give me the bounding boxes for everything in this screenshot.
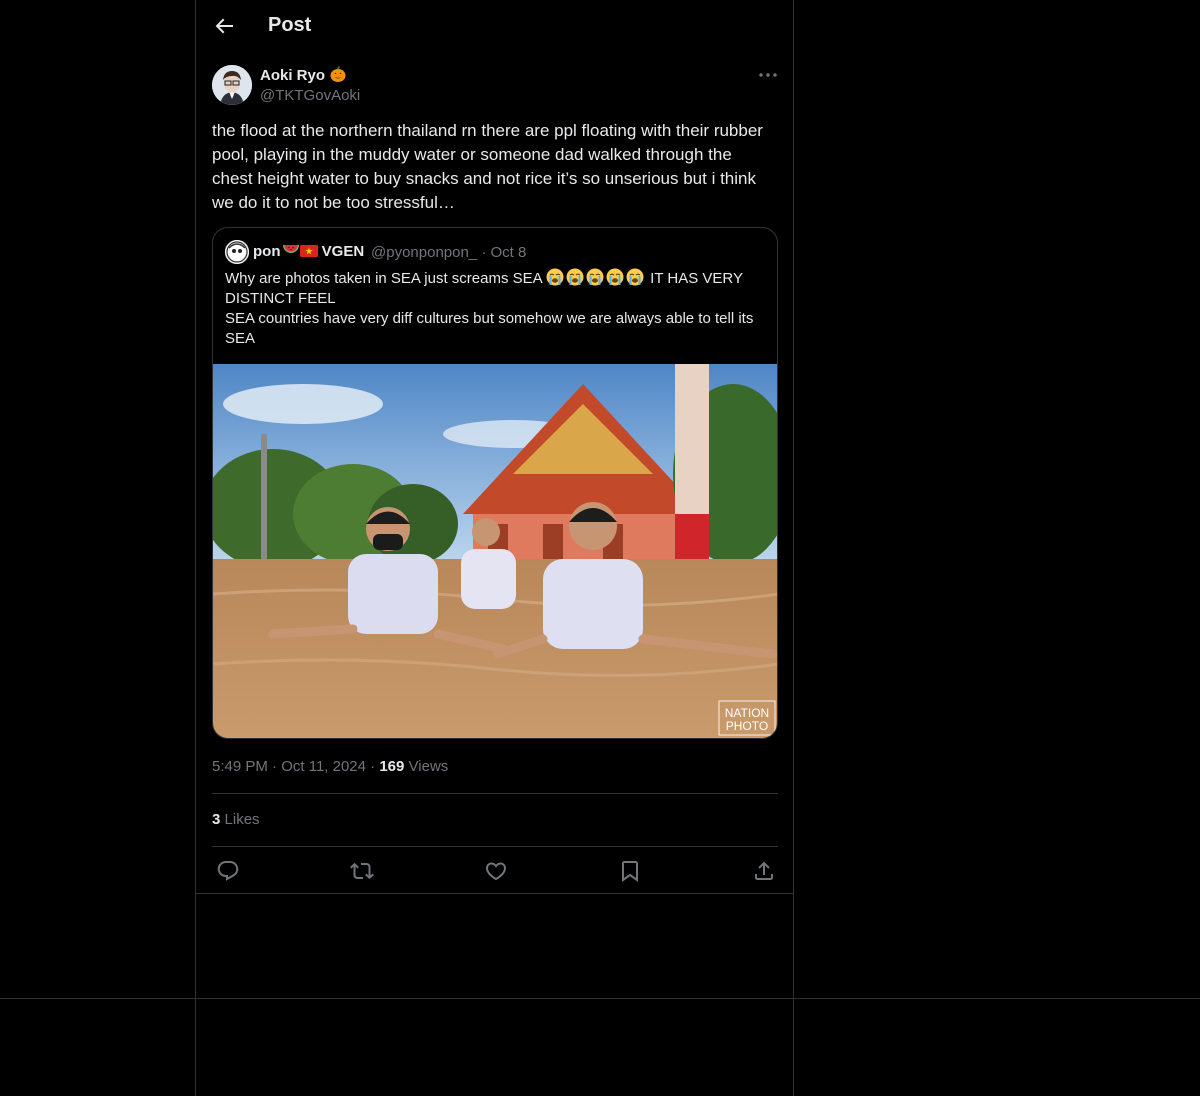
quoted-post[interactable]: pon VGEN @pyonponpon_ · Oct 8 Why are ph… <box>212 227 778 739</box>
views-label: Views <box>408 758 449 775</box>
avatar-image <box>212 65 252 105</box>
vietnam-flag-icon <box>299 245 318 257</box>
watermark-line1: NATION <box>725 706 769 720</box>
author-name-text: Aoki Ryo <box>260 67 326 84</box>
loudly-crying-face-icon <box>566 268 584 286</box>
avatar[interactable] <box>212 65 252 105</box>
share-icon[interactable] <box>752 859 776 883</box>
main-column: Post Aoki Ryo @TKTGovAoki the flood at t… <box>195 0 794 1096</box>
watermark-line2: PHOTO <box>726 719 768 733</box>
quote-date: Oct 8 <box>490 244 527 261</box>
post-text: the flood at the northern thailand rn th… <box>212 121 763 212</box>
author-name[interactable]: Aoki Ryo <box>260 65 347 84</box>
quote-author-name-text: pon <box>253 243 281 260</box>
divider <box>212 846 778 847</box>
page-header: Post <box>196 0 793 53</box>
quote-author-handle: @pyonponpon_ <box>371 244 478 261</box>
quote-text-part1: Why are photos taken in SEA just screams… <box>225 270 542 287</box>
quote-dot: · <box>481 244 487 261</box>
reply-icon[interactable] <box>216 859 240 883</box>
quote-author-meta[interactable]: @pyonponpon_ · Oct 8 <box>371 244 526 261</box>
likes-link[interactable]: 3 Likes <box>212 811 260 828</box>
divider <box>196 893 793 894</box>
loudly-crying-face-icon <box>606 268 624 286</box>
quote-author-name[interactable]: pon VGEN <box>253 243 364 260</box>
likes-count: 3 <box>212 811 221 828</box>
quote-author-suffix: VGEN <box>321 243 365 260</box>
bookmark-icon[interactable] <box>618 859 642 883</box>
meta-dot: · <box>272 758 278 775</box>
likes-label: Likes <box>224 811 260 828</box>
flood-photo[interactable]: NATION PHOTO <box>213 364 778 739</box>
quote-avatar-image <box>225 240 249 264</box>
watermelon-icon <box>282 245 299 253</box>
author-handle[interactable]: @TKTGovAoki <box>260 87 360 104</box>
action-bar <box>196 859 793 883</box>
arrow-left-icon[interactable] <box>212 14 236 38</box>
views-count: 169 <box>379 758 405 775</box>
pumpkin-icon <box>330 66 346 82</box>
repost-icon[interactable] <box>350 859 374 883</box>
heart-icon[interactable] <box>484 859 508 883</box>
divider <box>212 793 778 794</box>
quote-text: Why are photos taken in SEA just screams… <box>225 268 765 349</box>
loudly-crying-face-icon <box>586 268 604 286</box>
meta-dot: · <box>370 758 376 775</box>
loudly-crying-face-icon <box>626 268 644 286</box>
quote-avatar[interactable] <box>225 240 249 264</box>
post-meta: 5:49 PM · Oct 11, 2024 · 169 Views <box>212 758 448 775</box>
bottom-divider <box>0 998 1200 999</box>
more-horizontal-icon[interactable] <box>756 66 780 84</box>
post-date[interactable]: Oct 11, 2024 <box>281 758 366 775</box>
post-time[interactable]: 5:49 PM <box>212 758 268 775</box>
page-title: Post <box>268 14 312 36</box>
loudly-crying-face-icon <box>546 268 564 286</box>
